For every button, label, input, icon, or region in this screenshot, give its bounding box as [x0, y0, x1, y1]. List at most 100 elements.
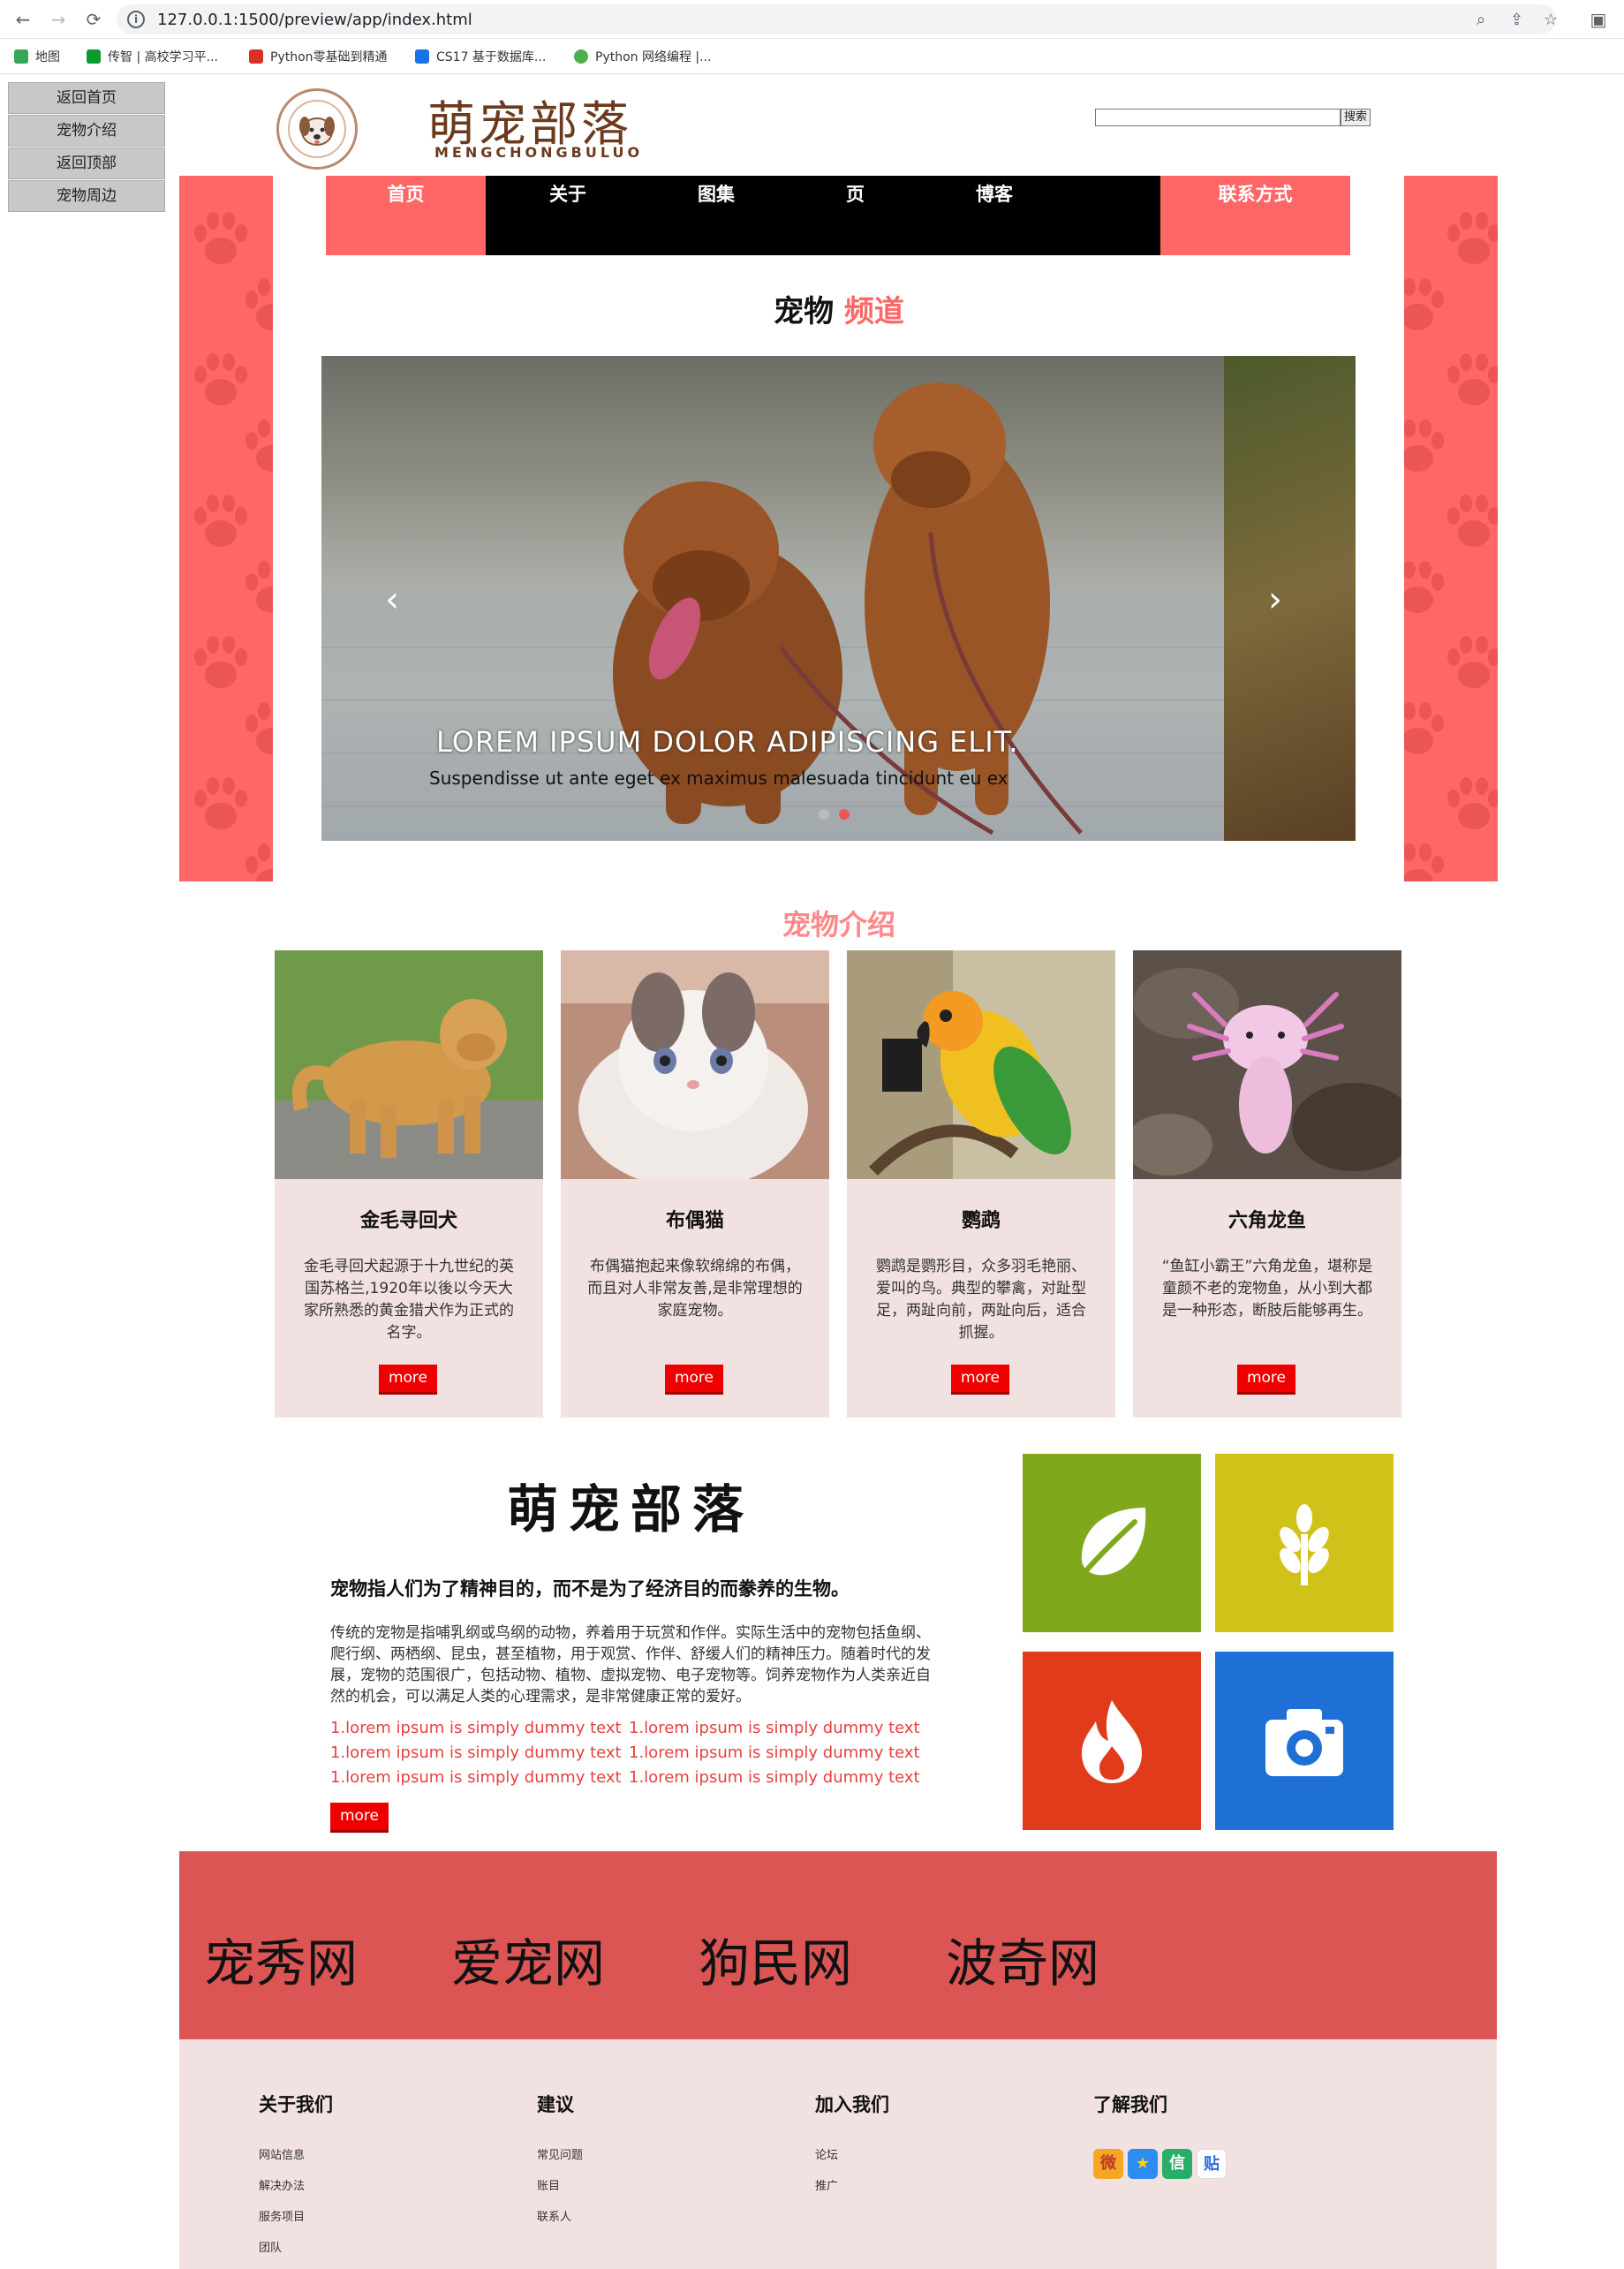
nav-home[interactable]: 首页	[326, 176, 486, 255]
side-menu-back-top[interactable]: 返回顶部	[8, 147, 165, 179]
bookmark-item[interactable]: 传智 | 高校学习平...	[87, 48, 218, 65]
pet-name: 金毛寻回犬	[359, 1210, 457, 1232]
pet-card: 鹦鹉 鹦鹉是鹦形目，众多羽毛艳丽、爱叫的鸟。典型的攀禽，对趾型足，两趾向前，两趾…	[847, 950, 1115, 1418]
reload-icon[interactable]: ⟳	[81, 7, 106, 32]
about-link[interactable]: 1.lorem ipsum is simply dummy text	[330, 1719, 622, 1737]
ragdoll-cat-photo	[561, 950, 829, 1179]
footer-link[interactable]: 团队	[259, 2238, 282, 2255]
about-link[interactable]: 1.lorem ipsum is simply dummy text	[330, 1743, 622, 1762]
bookmark-label: Python 网络编程 |...	[595, 50, 712, 64]
bookmark-item[interactable]: Python 网络编程 |...	[574, 48, 712, 65]
about-more-button[interactable]: more	[330, 1803, 389, 1833]
parrot-photo-icon	[847, 950, 1115, 1179]
footer-title-suggest: 建议	[537, 2094, 574, 2115]
nav-contact[interactable]: 联系方式	[1160, 176, 1350, 255]
footer-link[interactable]: 推广	[815, 2176, 838, 2193]
leaf-tile[interactable]	[1023, 1454, 1201, 1632]
carousel-dot[interactable]	[819, 809, 829, 820]
image-carousel[interactable]: LOREM IPSUM DOLOR ADIPISCING ELIT. Suspe…	[321, 356, 1356, 841]
axolotl-photo	[1133, 950, 1401, 1179]
footer-link[interactable]: 服务项目	[259, 2207, 305, 2224]
camera-tile[interactable]	[1215, 1652, 1394, 1830]
about-title: 萌宠部落	[506, 1479, 754, 1539]
paw-print-icon	[1404, 556, 1448, 619]
side-menu-pet-intro[interactable]: 宠物介绍	[8, 115, 165, 147]
address-bar[interactable]: i 127.0.0.1:1500/preview/app/index.html …	[117, 4, 1558, 34]
footer-title-about: 关于我们	[259, 2094, 333, 2115]
back-icon[interactable]: ←	[11, 7, 35, 32]
zoom-icon[interactable]: ⌕	[1477, 11, 1485, 29]
pet-more-button[interactable]: more	[1237, 1365, 1295, 1395]
camera-icon	[1265, 1709, 1343, 1776]
bookmark-star-icon[interactable]: ☆	[1544, 11, 1558, 29]
paw-print-icon	[190, 348, 252, 412]
about-lead: 宠物指人们为了精神目的，而不是为了经济目的而豢养的生物。	[330, 1578, 850, 1600]
partner-link[interactable]: 爱宠网	[451, 1922, 605, 1996]
pet-more-button[interactable]: more	[379, 1365, 437, 1395]
paw-print-icon	[1443, 207, 1498, 270]
side-panel-icon[interactable]: ▣	[1586, 7, 1611, 32]
flame-icon	[1082, 1700, 1142, 1783]
bookmark-item[interactable]: Python零基础到精通	[249, 48, 388, 65]
partner-link[interactable]: 狗民网	[699, 1922, 852, 1996]
carousel-dot-active[interactable]	[839, 809, 850, 820]
nav-gallery[interactable]: 图集	[650, 176, 782, 255]
nav-about[interactable]: 关于	[486, 176, 650, 255]
wheat-icon	[1280, 1504, 1329, 1585]
wechat-icon[interactable]: 信	[1162, 2149, 1192, 2179]
paw-print-icon	[1443, 631, 1498, 694]
side-menu-home[interactable]: 返回首页	[8, 82, 165, 114]
weibo-icon[interactable]: 微	[1093, 2149, 1123, 2179]
nav-blog[interactable]: 博客	[928, 176, 1061, 255]
qzone-icon[interactable]: ★	[1128, 2149, 1158, 2179]
bookmark-label: 地图	[35, 50, 60, 64]
paw-print-icon	[241, 697, 273, 760]
about-link[interactable]: 1.lorem ipsum is simply dummy text	[629, 1768, 920, 1787]
maps-icon	[14, 49, 28, 64]
bookmark-label: Python零基础到精通	[270, 50, 388, 64]
share-icon[interactable]: ⇪	[1510, 11, 1523, 29]
paw-print-icon	[1404, 414, 1448, 478]
footer: 关于我们 网站信息 解决办法 服务项目 团队 建议 常见问题 账目 联系人 加入…	[179, 2039, 1497, 2269]
tieba-icon[interactable]: 贴	[1197, 2149, 1227, 2179]
pet-more-button[interactable]: more	[665, 1365, 723, 1395]
footer-link[interactable]: 解决办法	[259, 2176, 305, 2193]
site-info-icon[interactable]: i	[127, 11, 145, 28]
pet-more-button[interactable]: more	[951, 1365, 1009, 1395]
footer-link[interactable]: 账目	[537, 2176, 560, 2193]
paw-print-icon	[1404, 697, 1448, 760]
about-link[interactable]: 1.lorem ipsum is simply dummy text	[629, 1743, 920, 1762]
dog-photo-icon	[275, 950, 543, 1179]
pet-name: 鹦鹉	[961, 1210, 1001, 1232]
partner-link[interactable]: 波奇网	[946, 1922, 1099, 1996]
carousel-prev-icon[interactable]: ‹	[385, 579, 399, 620]
about-link[interactable]: 1.lorem ipsum is simply dummy text	[629, 1719, 920, 1737]
side-menu-pet-goods[interactable]: 宠物周边	[8, 180, 165, 212]
footer-link[interactable]: 论坛	[815, 2145, 838, 2162]
flame-tile[interactable]	[1023, 1652, 1201, 1830]
about-link[interactable]: 1.lorem ipsum is simply dummy text	[330, 1768, 622, 1787]
bookmark-item[interactable]: 地图	[14, 48, 60, 65]
pet-card: 金毛寻回犬 金毛寻回犬起源于十九世纪的英国苏格兰,1920年以後以今天大家所熟悉…	[275, 950, 543, 1418]
forward-icon[interactable]: →	[46, 7, 71, 32]
footer-title-learn: 了解我们	[1093, 2094, 1167, 2115]
bookmark-item[interactable]: CS17 基于数据库...	[415, 48, 546, 65]
logo[interactable]	[276, 88, 358, 170]
url-text[interactable]: 127.0.0.1:1500/preview/app/index.html	[157, 11, 472, 29]
partner-links-band: 宠秀网 爱宠网 狗民网 波奇网	[179, 1851, 1497, 2039]
wheat-tile[interactable]	[1215, 1454, 1394, 1632]
partner-link[interactable]: 宠秀网	[204, 1922, 358, 1996]
paw-print-icon	[1443, 489, 1498, 553]
channel-title-main: 宠物	[774, 294, 835, 329]
footer-link[interactable]: 网站信息	[259, 2145, 305, 2162]
carousel-next-slide-image	[1224, 356, 1356, 841]
pet-description: 布偶猫抱起来像软绵绵的布偶，而且对人非常友善,是非常理想的家庭宠物。	[587, 1258, 803, 1320]
footer-link[interactable]: 常见问题	[537, 2145, 583, 2162]
leaf-icon	[1074, 1508, 1146, 1585]
nav-page[interactable]: 页	[782, 176, 928, 255]
carousel-next-icon[interactable]: ›	[1268, 579, 1282, 620]
footer-link[interactable]: 联系人	[537, 2207, 571, 2224]
search-button[interactable]: 搜索	[1341, 109, 1371, 126]
bookmark-site-icon	[87, 49, 101, 64]
search-input[interactable]	[1095, 109, 1341, 126]
